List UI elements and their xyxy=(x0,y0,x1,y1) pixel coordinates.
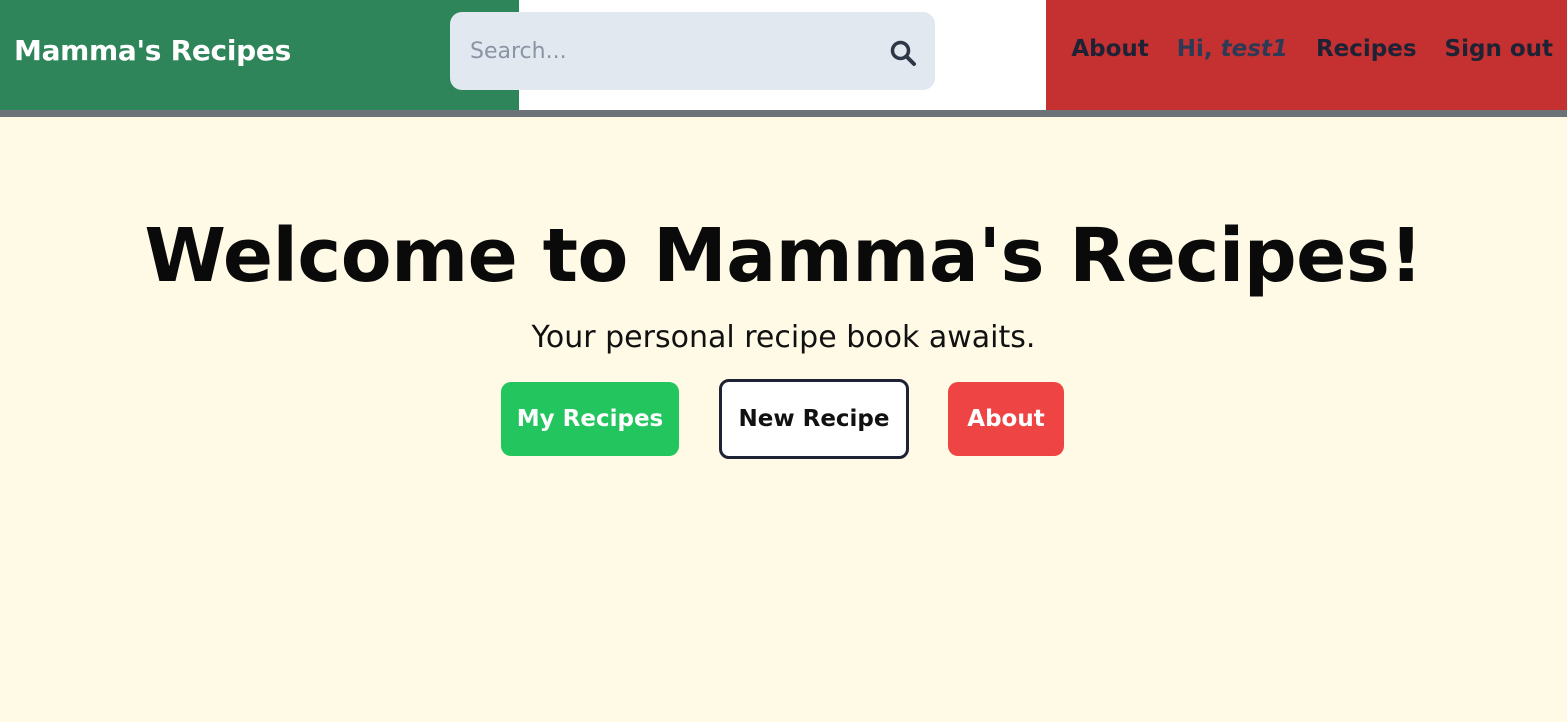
search-input[interactable] xyxy=(450,12,870,90)
greeting-prefix: Hi, xyxy=(1176,36,1221,62)
navbar-divider xyxy=(0,110,1567,117)
user-greeting: Hi, test1 xyxy=(1177,36,1288,62)
my-recipes-button[interactable]: My Recipes xyxy=(501,382,679,456)
search-icon[interactable] xyxy=(889,39,917,67)
nav-links: About Hi, test1 Recipes Sign out xyxy=(1043,36,1553,62)
nav-signout-link[interactable]: Sign out xyxy=(1445,36,1553,62)
navbar-green-section: Mamma's Recipes xyxy=(0,0,519,110)
search-box xyxy=(450,12,935,90)
hero-section: Welcome to Mamma's Recipes! Your persona… xyxy=(0,117,1567,722)
nav-recipes-link[interactable]: Recipes xyxy=(1316,36,1417,62)
about-button[interactable]: About xyxy=(948,382,1064,456)
brand-logo-link[interactable]: Mamma's Recipes xyxy=(14,34,291,67)
new-recipe-button[interactable]: New Recipe xyxy=(719,379,909,459)
nav-about-link[interactable]: About xyxy=(1071,36,1148,62)
hero-subtitle: Your personal recipe book awaits. xyxy=(531,320,1036,355)
username: test1 xyxy=(1220,36,1288,62)
hero-title: Welcome to Mamma's Recipes! xyxy=(144,213,1423,299)
